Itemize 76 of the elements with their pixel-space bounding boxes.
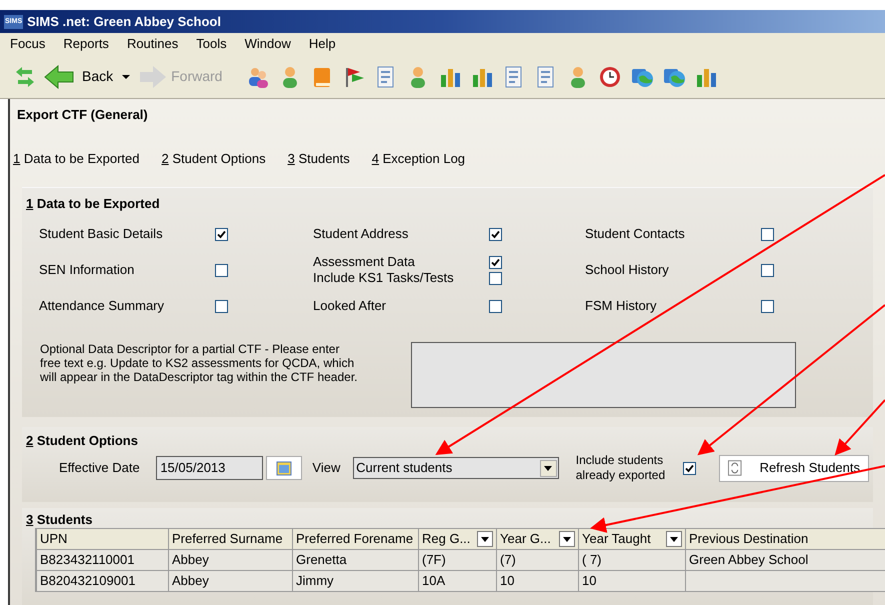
checkbox[interactable] xyxy=(489,272,502,284)
option-label: Looked After xyxy=(313,297,387,316)
filter-icon[interactable] xyxy=(559,531,575,547)
table-cell: Jimmy xyxy=(293,571,419,592)
table-cell: B820432109001 xyxy=(37,571,169,592)
checkbox[interactable] xyxy=(761,228,774,240)
descriptor-label: Optional Data Descriptor for a partial CTF - Please enter free text e.g. Update to KS2 assessments for QCDA, which will appear in the DataDescriptor tag within the CTF header. xyxy=(40,342,358,386)
checkbox[interactable] xyxy=(215,228,228,240)
section-title: 3 Students xyxy=(26,512,94,528)
option-label: SEN Information xyxy=(39,261,136,280)
table-cell: 10A xyxy=(419,571,497,592)
descriptor-field[interactable] xyxy=(411,342,796,408)
filter-icon[interactable] xyxy=(666,531,682,547)
table-cell: Grenetta xyxy=(293,550,419,571)
menu-item[interactable]: Window xyxy=(244,34,291,54)
back-button[interactable]: Back xyxy=(44,64,114,88)
table-cell: Green Abbey School xyxy=(686,550,885,571)
calendar-icon xyxy=(276,460,292,476)
refresh-icon xyxy=(728,460,742,476)
table-cell: 10 xyxy=(579,571,686,592)
table-cell: 10 xyxy=(497,571,579,592)
option-label: Student Address xyxy=(313,225,410,244)
section-title: 2 Student Options xyxy=(26,433,139,449)
menu-item[interactable]: Help xyxy=(308,34,336,54)
table-cell: (7) xyxy=(497,550,579,571)
table-cell: Abbey xyxy=(169,550,293,571)
menu-item[interactable]: Reports xyxy=(63,34,109,54)
column-header[interactable]: Preferred Forename xyxy=(293,528,419,550)
checkbox[interactable] xyxy=(761,264,774,276)
column-header[interactable]: UPN xyxy=(37,528,169,550)
checkbox[interactable] xyxy=(683,462,696,474)
option-label: Assessment Data xyxy=(313,253,416,272)
refresh-button[interactable]: Refresh Students xyxy=(719,454,870,482)
checkbox[interactable] xyxy=(489,300,502,312)
column-header[interactable]: Preferred Surname xyxy=(169,528,293,550)
menu-item[interactable]: Tools xyxy=(196,34,227,54)
table-cell: Abbey xyxy=(169,571,293,592)
checkbox[interactable] xyxy=(215,300,228,312)
checkbox[interactable] xyxy=(489,228,502,240)
caret-icon[interactable] xyxy=(121,74,132,80)
option-label: School History xyxy=(585,261,670,280)
menu-item[interactable]: Focus xyxy=(10,34,46,54)
checkbox[interactable] xyxy=(761,300,774,312)
checkbox[interactable] xyxy=(489,256,502,268)
view-dropdown[interactable]: Current students xyxy=(353,457,559,479)
caret-icon xyxy=(544,466,552,470)
field-label: Effective Date xyxy=(59,459,141,478)
option-label: Student Contacts xyxy=(585,225,686,244)
back-arrow-icon xyxy=(44,64,74,88)
table-cell: ( 7) xyxy=(579,550,686,571)
date-field[interactable]: 15/05/2013 xyxy=(156,456,263,480)
table-cell: B823432110001 xyxy=(37,550,169,571)
page-title: Export CTF (General) xyxy=(16,106,149,124)
option-label: Include KS1 Tasks/Tests xyxy=(313,269,455,288)
table-cell: (7F) xyxy=(419,550,497,571)
section-link[interactable]: 1 Data to be Exported xyxy=(13,149,140,168)
option-label: Student Basic Details xyxy=(39,225,164,244)
section-link[interactable]: 2 Student Options xyxy=(162,149,266,168)
clock-icon[interactable] xyxy=(598,64,622,88)
menu-item[interactable]: Routines xyxy=(126,34,178,54)
forward-arrow-icon xyxy=(139,64,168,88)
column-header[interactable]: Previous Destination xyxy=(686,528,885,550)
checkbox[interactable] xyxy=(215,264,228,276)
section-link[interactable]: 4 Exception Log xyxy=(372,149,466,168)
column-header[interactable]: Reg G... xyxy=(419,528,497,550)
column-header[interactable]: Year Taught xyxy=(579,528,686,550)
calendar-button[interactable] xyxy=(266,456,302,480)
column-header[interactable]: Year G... xyxy=(497,528,579,550)
field-label: View xyxy=(312,459,342,478)
window-title: SIMS .net: Green Abbey School xyxy=(27,12,221,31)
filter-icon[interactable] xyxy=(477,531,493,547)
option-label: Attendance Summary xyxy=(39,297,166,316)
section-link[interactable]: 3 Students xyxy=(288,149,350,168)
section-title: 1 Data to be Exported xyxy=(26,196,161,212)
include-label: Include students already exported xyxy=(576,453,666,483)
option-label: FSM History xyxy=(585,297,658,316)
